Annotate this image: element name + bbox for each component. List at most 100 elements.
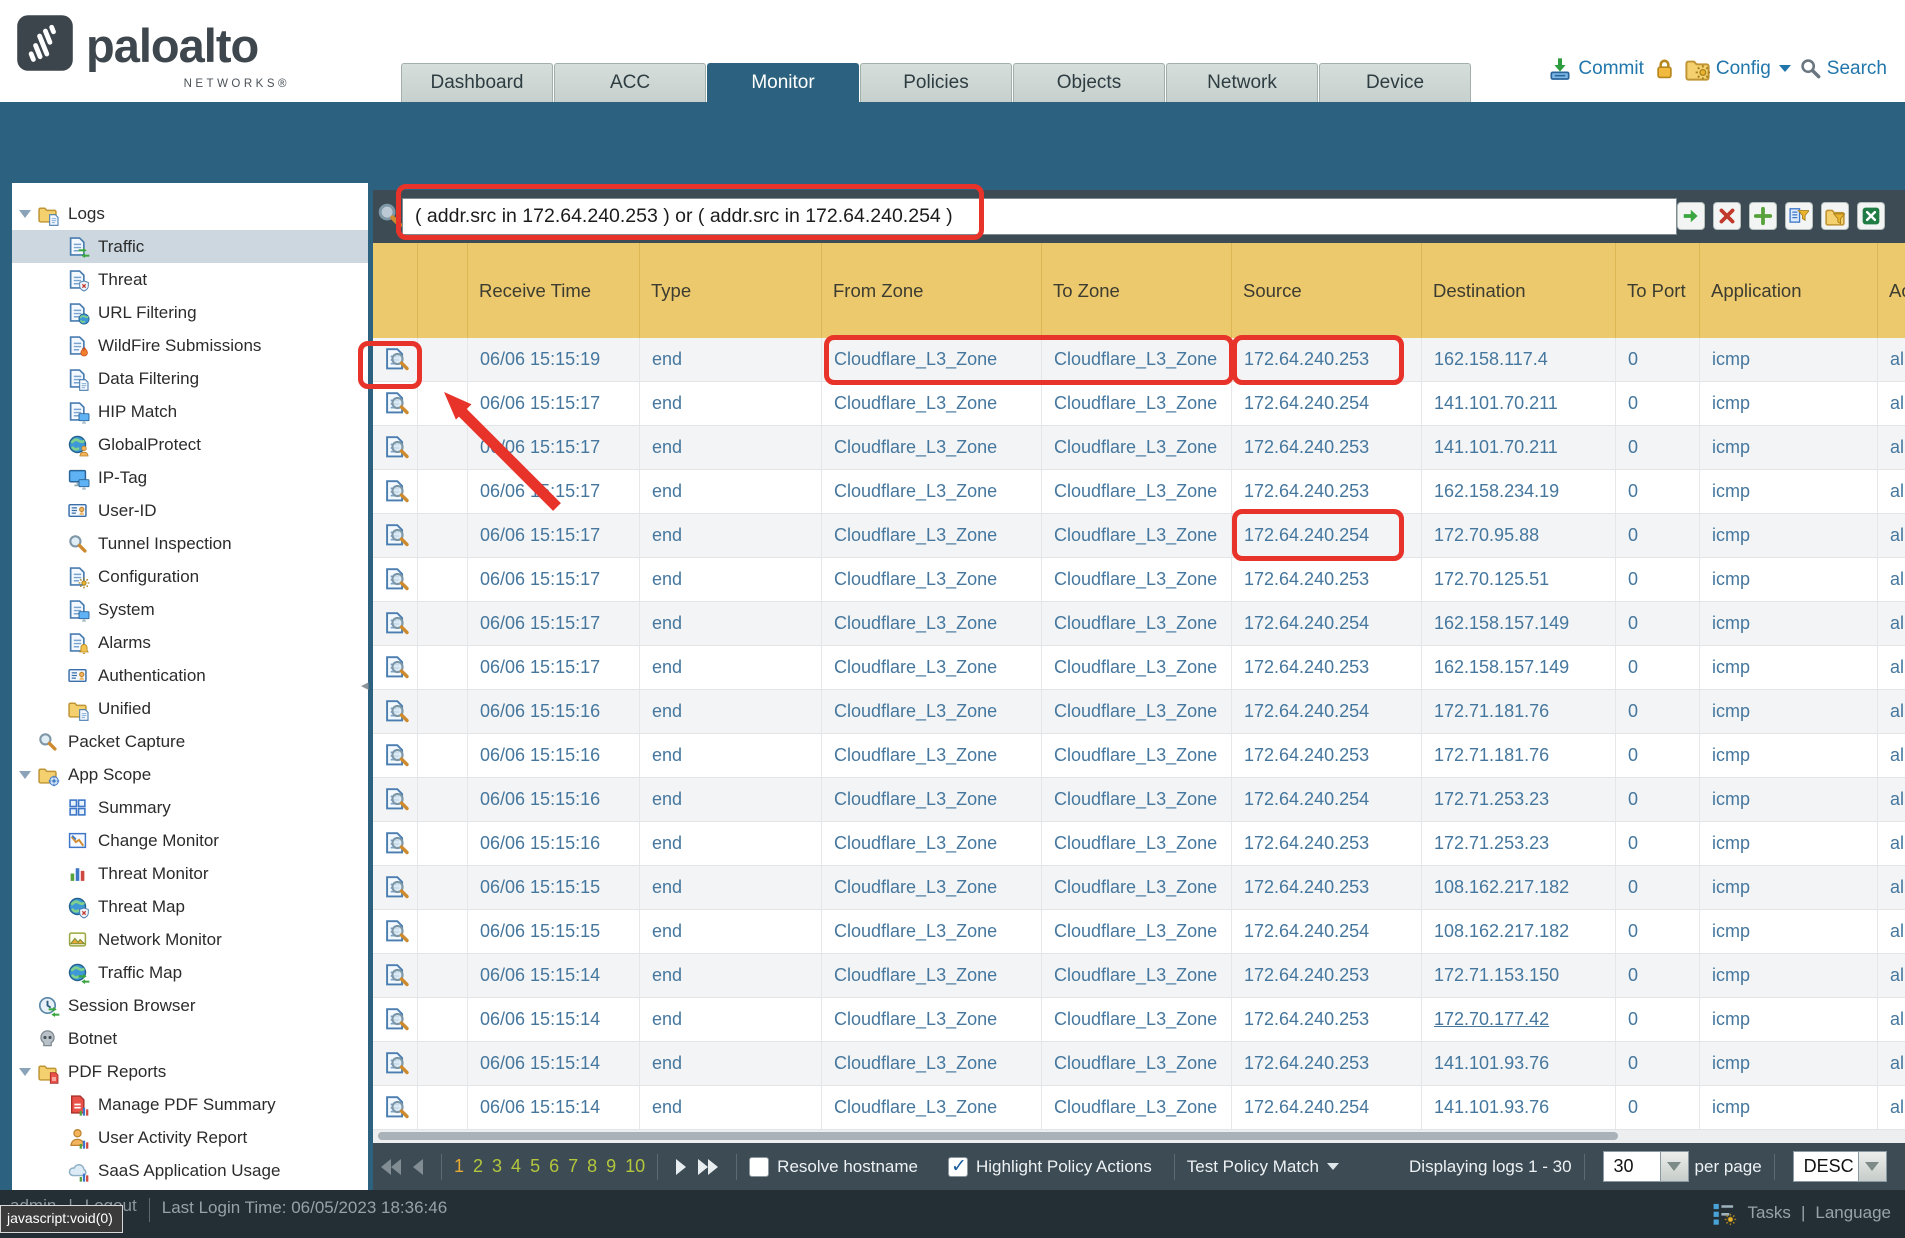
log-detail-button[interactable] xyxy=(373,778,418,821)
destination-ip-cell[interactable]: 172.71.181.76 xyxy=(1422,734,1616,777)
log-detail-button[interactable] xyxy=(373,558,418,601)
search-button[interactable]: Search xyxy=(1800,58,1887,80)
sidebar-item-globalprotect[interactable]: GlobalProtect xyxy=(12,428,368,461)
destination-ip-cell[interactable]: 162.158.157.149 xyxy=(1422,646,1616,689)
horizontal-scrollbar-thumb[interactable] xyxy=(378,1132,1618,1140)
sort-order-caret[interactable] xyxy=(1859,1151,1887,1182)
test-policy-match-button[interactable]: Test Policy Match xyxy=(1187,1157,1339,1177)
application-cell[interactable]: icmp xyxy=(1700,470,1878,513)
action-cell[interactable]: al xyxy=(1878,734,1905,777)
destination-ip-cell[interactable]: 172.71.253.23 xyxy=(1422,822,1616,865)
table-row[interactable]: 06/06 15:15:16 end Cloudflare_L3_Zone Cl… xyxy=(373,690,1905,734)
to-zone-cell[interactable]: Cloudflare_L3_Zone xyxy=(1042,382,1232,425)
to-zone-cell[interactable]: Cloudflare_L3_Zone xyxy=(1042,514,1232,557)
sidebar-item-authentication[interactable]: Authentication xyxy=(12,659,368,692)
expander-icon[interactable] xyxy=(19,210,31,218)
column-header-to-port[interactable]: To Port xyxy=(1616,243,1700,338)
table-row[interactable]: 06/06 15:15:14 end Cloudflare_L3_Zone Cl… xyxy=(373,1086,1905,1130)
log-filter-input[interactable] xyxy=(402,198,1677,235)
from-zone-cell[interactable]: Cloudflare_L3_Zone xyxy=(822,954,1042,997)
to-zone-cell[interactable]: Cloudflare_L3_Zone xyxy=(1042,998,1232,1041)
sidebar-item-hip-match[interactable]: HIP Match xyxy=(12,395,368,428)
column-header-receive-time[interactable]: Receive Time xyxy=(468,243,640,338)
per-page-select[interactable]: 30 xyxy=(1603,1151,1689,1182)
from-zone-cell[interactable]: Cloudflare_L3_Zone xyxy=(822,690,1042,733)
source-ip-cell[interactable]: 172.64.240.254 xyxy=(1232,778,1422,821)
sidebar-item-threat[interactable]: Threat xyxy=(12,263,368,296)
table-row[interactable]: 06/06 15:15:17 end Cloudflare_L3_Zone Cl… xyxy=(373,646,1905,690)
application-cell[interactable]: icmp xyxy=(1700,778,1878,821)
to-zone-cell[interactable]: Cloudflare_L3_Zone xyxy=(1042,910,1232,953)
column-header-application[interactable]: Application xyxy=(1700,243,1878,338)
page-number[interactable]: 5 xyxy=(530,1156,540,1177)
action-cell[interactable]: al xyxy=(1878,558,1905,601)
table-row[interactable]: 06/06 15:15:16 end Cloudflare_L3_Zone Cl… xyxy=(373,734,1905,778)
destination-ip-cell[interactable]: 172.70.95.88 xyxy=(1422,514,1616,557)
application-cell[interactable]: icmp xyxy=(1700,602,1878,645)
application-cell[interactable]: icmp xyxy=(1700,382,1878,425)
action-cell[interactable]: al xyxy=(1878,866,1905,909)
page-number[interactable]: 7 xyxy=(568,1156,578,1177)
destination-ip-cell[interactable]: 141.101.93.76 xyxy=(1422,1086,1616,1129)
prev-page-button[interactable] xyxy=(413,1159,423,1175)
highlight-policy-actions-checkbox[interactable] xyxy=(948,1157,968,1177)
export-csv-button[interactable] xyxy=(1857,202,1885,230)
log-detail-button[interactable] xyxy=(373,382,418,425)
log-detail-button[interactable] xyxy=(373,822,418,865)
filter-builder-button[interactable] xyxy=(1785,202,1813,230)
from-zone-cell[interactable]: Cloudflare_L3_Zone xyxy=(822,778,1042,821)
to-zone-cell[interactable]: Cloudflare_L3_Zone xyxy=(1042,822,1232,865)
page-number[interactable]: 8 xyxy=(587,1156,597,1177)
config-button[interactable]: Config xyxy=(1685,56,1791,81)
to-zone-cell[interactable]: Cloudflare_L3_Zone xyxy=(1042,602,1232,645)
table-row[interactable]: 06/06 15:15:16 end Cloudflare_L3_Zone Cl… xyxy=(373,778,1905,822)
action-cell[interactable]: al xyxy=(1878,690,1905,733)
application-cell[interactable]: icmp xyxy=(1700,646,1878,689)
application-cell[interactable]: icmp xyxy=(1700,910,1878,953)
destination-ip-cell[interactable]: 162.158.157.149 xyxy=(1422,602,1616,645)
application-cell[interactable]: icmp xyxy=(1700,338,1878,381)
log-detail-button[interactable] xyxy=(373,1086,418,1129)
from-zone-cell[interactable]: Cloudflare_L3_Zone xyxy=(822,602,1042,645)
log-detail-button[interactable] xyxy=(373,734,418,777)
action-cell[interactable]: al xyxy=(1878,954,1905,997)
source-ip-cell[interactable]: 172.64.240.253 xyxy=(1232,734,1422,777)
sidebar-item-logs[interactable]: Logs xyxy=(12,197,368,230)
from-zone-cell[interactable]: Cloudflare_L3_Zone xyxy=(822,866,1042,909)
source-ip-cell[interactable]: 172.64.240.253 xyxy=(1232,866,1422,909)
destination-ip-cell[interactable]: 172.71.181.76 xyxy=(1422,690,1616,733)
tab-objects[interactable]: Objects xyxy=(1013,63,1165,102)
from-zone-cell[interactable]: Cloudflare_L3_Zone xyxy=(822,734,1042,777)
table-row[interactable]: 06/06 15:15:19 end Cloudflare_L3_Zone Cl… xyxy=(373,338,1905,382)
page-number[interactable]: 10 xyxy=(625,1156,645,1177)
sidebar-item-change-monitor[interactable]: Change Monitor xyxy=(12,824,368,857)
to-zone-cell[interactable]: Cloudflare_L3_Zone xyxy=(1042,338,1232,381)
tab-policies[interactable]: Policies xyxy=(860,63,1012,102)
source-ip-cell[interactable]: 172.64.240.254 xyxy=(1232,1086,1422,1129)
sidebar-item-user-id[interactable]: User-ID xyxy=(12,494,368,527)
action-cell[interactable]: al xyxy=(1878,998,1905,1041)
sidebar-item-threat-map[interactable]: Threat Map xyxy=(12,890,368,923)
source-ip-cell[interactable]: 172.64.240.253 xyxy=(1232,646,1422,689)
column-header-source[interactable]: Source xyxy=(1232,243,1422,338)
page-number[interactable]: 9 xyxy=(606,1156,616,1177)
destination-ip-cell[interactable]: 172.70.177.42 xyxy=(1422,998,1616,1041)
sidebar-item-url-filtering[interactable]: URL Filtering xyxy=(12,296,368,329)
page-number[interactable]: 2 xyxy=(473,1156,483,1177)
horizontal-scrollbar[interactable] xyxy=(373,1130,1905,1143)
log-detail-button[interactable] xyxy=(373,426,418,469)
log-detail-button[interactable] xyxy=(373,1042,418,1085)
page-number[interactable]: 6 xyxy=(549,1156,559,1177)
apply-filter-button[interactable] xyxy=(1677,202,1705,230)
application-cell[interactable]: icmp xyxy=(1700,558,1878,601)
action-cell[interactable]: al xyxy=(1878,602,1905,645)
clear-filter-button[interactable] xyxy=(1713,202,1741,230)
destination-ip-cell[interactable]: 108.162.217.182 xyxy=(1422,866,1616,909)
to-zone-cell[interactable]: Cloudflare_L3_Zone xyxy=(1042,1086,1232,1129)
from-zone-cell[interactable]: Cloudflare_L3_Zone xyxy=(822,646,1042,689)
action-cell[interactable]: al xyxy=(1878,910,1905,953)
expander-icon[interactable] xyxy=(19,1068,31,1076)
log-detail-button[interactable] xyxy=(373,910,418,953)
sidebar-item-wildfire[interactable]: WildFire Submissions xyxy=(12,329,368,362)
sidebar-item-ip-tag[interactable]: IP-Tag xyxy=(12,461,368,494)
